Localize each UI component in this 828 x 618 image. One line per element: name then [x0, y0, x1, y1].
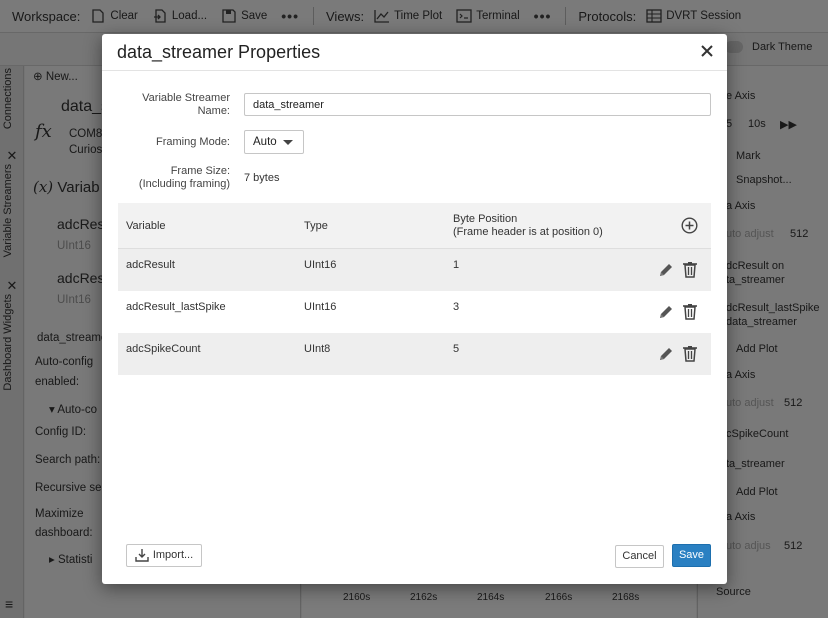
cell-variable: adcSpikeCount	[126, 343, 201, 355]
close-icon[interactable]	[698, 41, 716, 61]
cell-byte-position: 5	[453, 343, 460, 355]
framing-mode-select[interactable]: Auto	[244, 130, 304, 154]
table-row[interactable]: adcSpikeCount UInt8 5	[118, 333, 711, 375]
cell-byte-position: 3	[453, 301, 460, 313]
cell-type: UInt16	[304, 259, 337, 271]
download-icon	[135, 549, 149, 562]
save-button[interactable]: Save	[672, 544, 711, 567]
trash-icon[interactable]	[682, 261, 698, 278]
caret-down-icon	[283, 140, 293, 145]
trash-icon[interactable]	[682, 303, 698, 320]
trash-icon[interactable]	[682, 345, 698, 362]
cell-byte-position: 1	[453, 259, 460, 271]
table-row[interactable]: adcResult_lastSpike UInt16 3	[118, 291, 711, 333]
cell-variable: adcResult	[126, 259, 175, 271]
properties-dialog: data_streamer Properties Variable Stream…	[102, 34, 727, 584]
frame-size-value: 7 bytes	[244, 172, 280, 184]
cell-type: UInt8	[304, 343, 331, 355]
cell-variable: adcResult_lastSpike	[126, 301, 226, 313]
cancel-button[interactable]: Cancel	[615, 545, 664, 568]
streamer-name-label: Variable Streamer Name:	[142, 92, 230, 117]
table-row[interactable]: adcResult UInt16 1	[118, 249, 711, 291]
cell-type: UInt16	[304, 301, 337, 313]
import-label: Import...	[152, 549, 194, 561]
pencil-icon[interactable]	[658, 303, 674, 320]
frame-size-label: Frame Size: (Including framing)	[138, 165, 230, 190]
column-header-variable: Variable	[126, 220, 166, 232]
table-header: Variable Type Byte Position (Frame heade…	[118, 203, 711, 249]
add-circle-icon[interactable]	[681, 217, 698, 234]
column-header-byte-position: Byte Position (Frame header is at positi…	[453, 213, 603, 238]
import-button[interactable]: Import...	[126, 544, 202, 567]
dialog-header: data_streamer Properties	[102, 34, 727, 71]
variables-table: Variable Type Byte Position (Frame heade…	[118, 203, 711, 375]
column-header-type: Type	[304, 220, 328, 232]
pencil-icon[interactable]	[658, 345, 674, 362]
streamer-name-input[interactable]	[244, 93, 711, 116]
dialog-title: data_streamer Properties	[117, 42, 321, 62]
framing-mode-value: Auto	[253, 136, 277, 148]
pencil-icon[interactable]	[658, 261, 674, 278]
framing-mode-label: Framing Mode:	[156, 136, 230, 148]
